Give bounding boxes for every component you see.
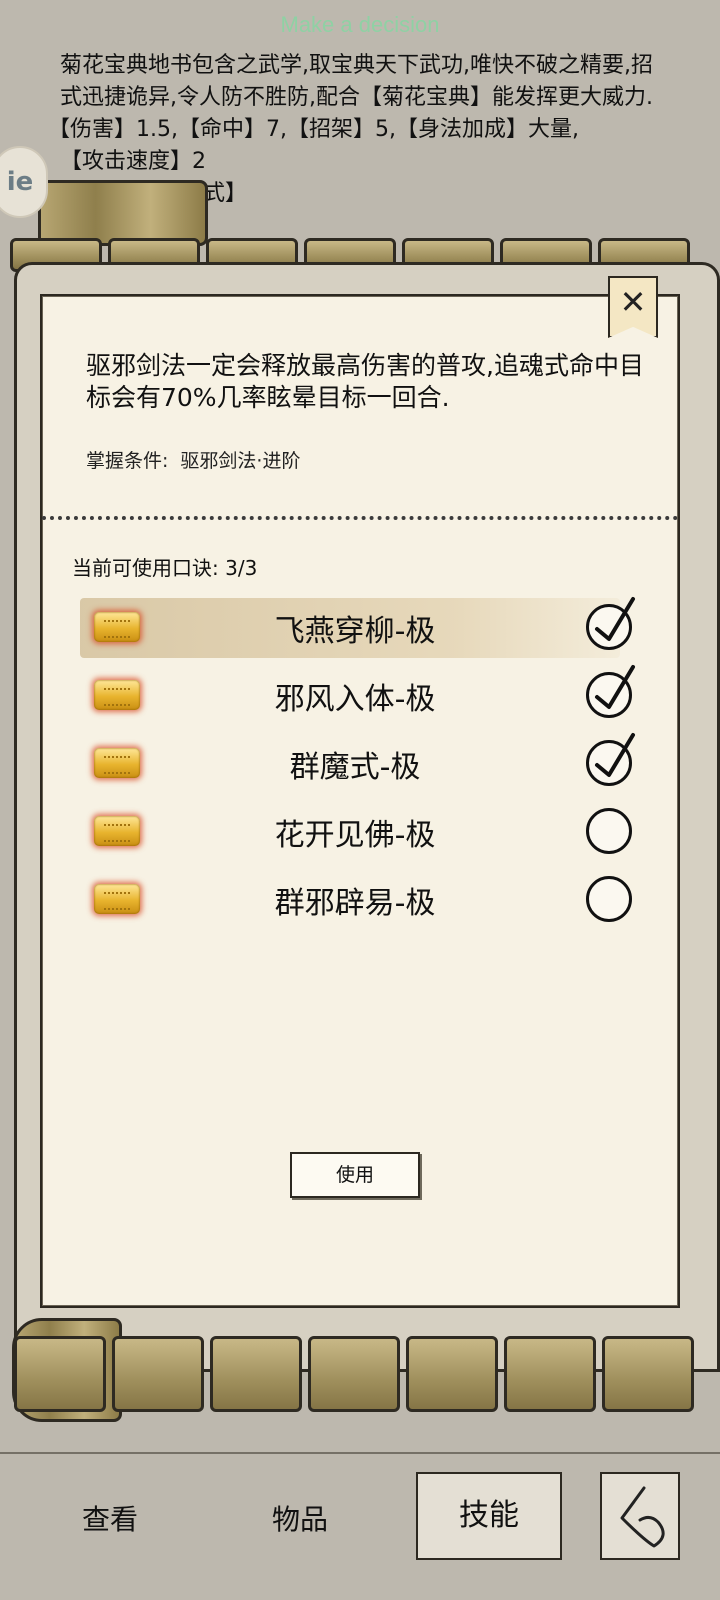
skill-detail-modal: 驱邪剑法一定会释放最高伤害的普攻,追魂式命中目标会有70%几率眩晕目标一回合. … [40,294,680,1308]
scroll-segment [210,1336,302,1412]
checkmark-icon [595,665,635,709]
mastery-condition-label: 掌握条件: [86,450,169,472]
formula-row[interactable]: 群邪辟易-极 [80,866,640,934]
formula-row[interactable]: 邪风入体-极 [80,662,640,730]
scroll-segment [308,1336,400,1412]
checkbox-unchecked[interactable] [586,876,632,922]
mastery-condition: 掌握条件: 驱邪剑法·进阶 [86,446,300,473]
formula-count-value: 3/3 [225,556,258,580]
skill-description: 驱邪剑法一定会释放最高伤害的普攻,追魂式命中目标会有70%几率眩晕目标一回合. [86,351,644,412]
checkbox-checked[interactable] [586,665,635,718]
bg-desc-line: 菊花宝典地书包含之武学,取宝典天下武功,唯快不破之精要,招式迅捷诡异,令人防不胜… [60,53,653,110]
use-button[interactable]: 使用 [290,1152,420,1198]
formula-name: 飞燕穿柳-极 [274,614,436,649]
formula-count: 当前可使用口诀: 3/3 [72,552,257,581]
nav-skills-button[interactable]: 技能 [416,1472,562,1560]
scroll-segment [14,1336,106,1412]
formula-row[interactable]: 群魔式-极 [80,730,640,798]
formula-name: 群邪辟易-极 [274,886,436,921]
formula-row[interactable]: 花开见佛-极 [80,798,640,866]
scroll-segment [406,1336,498,1412]
scroll-segment [602,1336,694,1412]
scroll-segment [112,1336,204,1412]
decision-banner: Make a decision [280,12,440,37]
formula-row[interactable]: 飞燕穿柳-极 [80,594,640,662]
formula-name: 花开见佛-极 [274,818,436,853]
checkbox-unchecked[interactable] [586,808,632,854]
checkmark-icon [595,733,635,777]
mastery-condition-value: 驱邪剑法·进阶 [180,450,301,472]
checkmark-icon [595,597,635,641]
checkbox-checked[interactable] [586,733,635,786]
checkbox-checked[interactable] [586,597,635,650]
back-arrow-icon [620,1486,665,1548]
gold-token-icon [94,612,140,642]
formula-name: 群魔式-极 [289,750,421,785]
formula-count-label: 当前可使用口诀: [72,556,219,580]
back-button[interactable] [600,1472,680,1560]
bg-stats-line-2: 【攻击速度】2 [60,149,206,174]
ground-line [0,1452,720,1454]
gold-token-icon [94,748,140,778]
gold-token-icon [94,816,140,846]
scroll-rolled-left [38,180,208,246]
dotted-divider [42,516,678,520]
nav-view-button[interactable]: 查看 [60,1495,160,1545]
nav-items-button[interactable]: 物品 [250,1495,350,1545]
formula-list: 飞燕穿柳-极 邪风入体-极 群魔式-极 花开见佛-极 群邪辟易-极 [80,594,640,934]
scroll-segment [504,1336,596,1412]
formula-name: 邪风入体-极 [274,682,436,717]
scroll-bottom-roll [14,1326,720,1426]
gold-token-icon [94,680,140,710]
gold-token-icon [94,884,140,914]
bg-stats-line: 【伤害】1.5,【命中】7,【招架】5,【身法加成】大量, [48,117,579,142]
side-app-badge[interactable]: ie [0,146,48,218]
